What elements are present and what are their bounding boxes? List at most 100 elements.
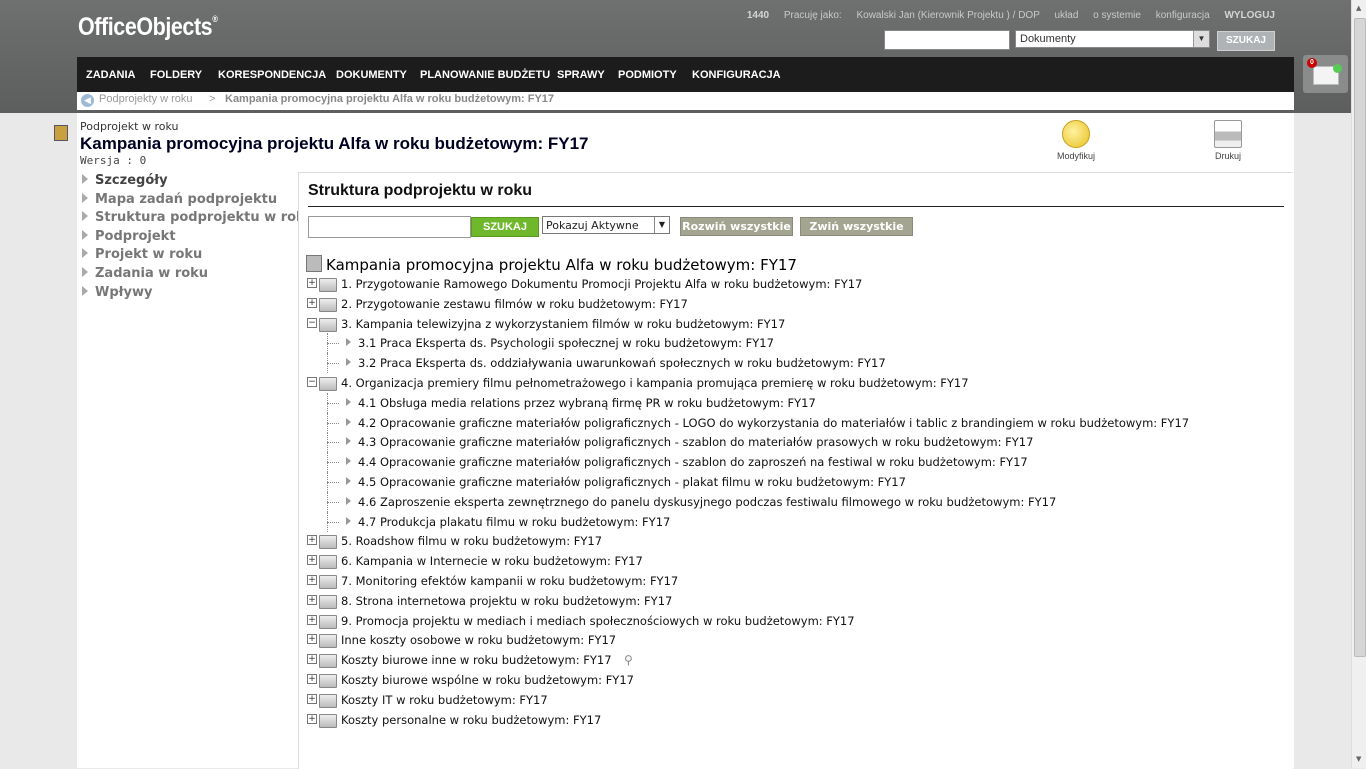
tree-node[interactable]: +2. Przygotowanie zestawu filmów w roku … — [299, 294, 1289, 314]
tree-node[interactable]: +9. Promocja projektu w mediach i mediac… — [299, 611, 1289, 631]
sidebar-item-zadania-w-roku[interactable]: Zadania w roku — [82, 266, 314, 285]
tree-node[interactable]: + Koszty biurowe wspólne w roku budżetowy… — [299, 670, 1289, 690]
active-filter-select[interactable]: Pokazuj Aktywne ▼ — [542, 216, 670, 234]
nav-item-sprawy[interactable]: SPRAWY — [557, 69, 605, 81]
tree-node-label[interactable]: 3. Kampania telewizyjna z wykorzystaniem… — [341, 317, 785, 331]
tree-node[interactable]: − 3. Kampania telewizyjna z wykorzystanie… — [299, 314, 1289, 334]
tree-node-label[interactable]: 2. Przygotowanie zestawu filmów w roku b… — [341, 297, 688, 311]
tree-node[interactable]: +8. Strona internetowa projektu w roku b… — [299, 591, 1289, 611]
messages-button[interactable]: 0 — [1303, 55, 1348, 93]
tree-node-label[interactable]: 4. Organizacja premiery filmu pełnometra… — [341, 376, 969, 390]
sidebar-item-szczegoly[interactable]: Szczegóły — [82, 173, 314, 192]
expand-icon[interactable]: + — [307, 693, 317, 704]
tree-subnode[interactable]: 4.3 Opracowanie graficzne materiałów pol… — [299, 432, 1289, 453]
sidebar-item-podprojekt[interactable]: Podprojekt — [82, 229, 314, 248]
nav-item-dokumenty[interactable]: DOKUMENTY — [336, 69, 407, 81]
tree-subnode[interactable]: 4.2 Opracowanie graficzne materiałów pol… — [299, 412, 1289, 433]
tree-node[interactable]: + Koszty biurowe inne w roku budżetowym: … — [299, 650, 1289, 670]
breadcrumb-parent-link[interactable]: Podprojekty w roku — [99, 93, 193, 105]
tree-node-label[interactable]: 9. Promocja projektu w mediach i mediach… — [341, 614, 855, 628]
collapse-icon[interactable]: − — [307, 377, 317, 387]
sidebar-item-struktura[interactable]: Struktura podprojektu w roku — [82, 210, 314, 229]
tree-subnode-label[interactable]: 4.1 Obsługa media relations przez wybran… — [358, 396, 816, 410]
search-scope-select[interactable]: Dokumenty ▼ — [1015, 30, 1210, 48]
expand-icon[interactable]: + — [307, 555, 317, 566]
tree-subnode[interactable]: 4.1 Obsługa media relations przez wybran… — [299, 392, 1289, 413]
tree-subnode-label[interactable]: 4.7 Produkcja plakatu filmu w roku budże… — [358, 515, 670, 529]
tree-subnode[interactable]: 3.1 Praca Eksperta ds. Psychologii społe… — [299, 333, 1289, 354]
tree-node[interactable]: + Koszty IT w roku budżetowym: FY17 — [299, 690, 1289, 710]
expand-icon[interactable]: + — [307, 594, 317, 605]
sidebar-item-mapa-zadan[interactable]: Mapa zadań podprojektu — [82, 192, 314, 211]
tree-node[interactable]: +7. Monitoring efektów kampanii w roku b… — [299, 571, 1289, 591]
page-scrollbar[interactable]: ▲ ▼ — [1351, 0, 1366, 768]
tree-subnode[interactable]: 4.6 Zaproszenie eksperta zewnętrznego do… — [299, 491, 1289, 512]
tree-subnode-label[interactable]: 4.4 Opracowanie graficzne materiałów pol… — [358, 455, 1028, 469]
tree-subnode-label[interactable]: 4.2 Opracowanie graficzne materiałów pol… — [358, 416, 1189, 430]
tree-subnode-label[interactable]: 4.5 Opracowanie graficzne materiałów pol… — [358, 475, 906, 489]
collapse-all-button[interactable]: Zwiń wszystkie — [800, 217, 913, 236]
expand-icon[interactable]: + — [307, 575, 317, 585]
user-role-link[interactable]: Kowalski Jan (Kierownik Projektu ) / DOP — [856, 10, 1039, 21]
nav-item-zadania[interactable]: ZADANIA — [86, 69, 136, 81]
tree-search-button[interactable]: SZUKAJ — [471, 217, 539, 237]
expand-all-button[interactable]: Rozwiń wszystkie — [680, 217, 793, 236]
tree-subnode[interactable]: 4.7 Produkcja plakatu filmu w roku budże… — [299, 511, 1289, 532]
tree-node-label[interactable]: 7. Monitoring efektów kampanii w roku bu… — [341, 574, 678, 588]
print-button[interactable]: Drukuj — [1198, 120, 1258, 161]
nav-item-korespondencja[interactable]: KORESPONDENCJA — [218, 69, 326, 81]
expand-icon[interactable]: + — [307, 634, 317, 645]
expand-icon[interactable]: + — [307, 614, 317, 625]
tree-subnode-label[interactable]: 4.3 Opracowanie graficzne materiałów pol… — [358, 435, 1033, 449]
global-search-input[interactable] — [884, 30, 1010, 50]
tree-subnode[interactable]: 4.5 Opracowanie graficzne materiałów pol… — [299, 472, 1289, 492]
expand-icon[interactable]: + — [307, 297, 317, 308]
tree-node[interactable]: + Koszty personalne w roku budżetowym: FY… — [299, 710, 1289, 730]
expand-icon[interactable]: + — [307, 654, 317, 665]
tree-node-label[interactable]: 6. Kampania w Internecie w roku budżetow… — [341, 554, 643, 568]
tree-node[interactable]: +1. Przygotowanie Ramowego Dokumentu Pro… — [299, 274, 1289, 294]
about-link[interactable]: o systemie — [1093, 10, 1141, 21]
nav-item-foldery[interactable]: FOLDERY — [150, 69, 202, 81]
tree-node[interactable]: + Inne koszty osobowe w roku budżetowym: … — [299, 630, 1289, 650]
tree-node[interactable]: − 4. Organizacja premiery filmu pełnometr… — [299, 373, 1289, 393]
tree-subnode-label[interactable]: 3.2 Praca Eksperta ds. oddziaływania uwa… — [358, 356, 886, 370]
tree-search-input[interactable] — [308, 216, 471, 238]
search-icon[interactable]: ⚲ — [624, 653, 633, 667]
tree-node[interactable]: +5. Roadshow filmu w roku budżetowym: FY… — [299, 531, 1289, 551]
brand-logo[interactable]: OfficeObjects® — [78, 13, 218, 42]
tree-root[interactable]: Kampania promocyjna projektu Alfa w roku… — [306, 255, 797, 274]
nav-item-konfiguracja[interactable]: KONFIGURACJA — [692, 69, 781, 81]
expand-icon[interactable]: + — [307, 278, 317, 288]
tree-node-label[interactable]: 5. Roadshow filmu w roku budżetowym: FY1… — [341, 534, 602, 548]
sidebar-item-projekt-w-roku[interactable]: Projekt w roku — [82, 247, 314, 266]
logout-link[interactable]: WYLOGUJ — [1224, 10, 1275, 21]
tree-subnode-label[interactable]: 4.6 Zaproszenie eksperta zewnętrznego do… — [358, 495, 1056, 509]
nav-item-podmioty[interactable]: PODMIOTY — [618, 69, 677, 81]
tree-node-label[interactable]: Koszty biurowe wspólne w roku budżetowym… — [341, 673, 634, 687]
tree-node-label[interactable]: 8. Strona internetowa projektu w roku bu… — [341, 594, 672, 608]
scroll-up-icon[interactable]: ▲ — [1356, 4, 1361, 12]
expand-icon[interactable]: + — [307, 713, 317, 724]
tree-node[interactable]: +6. Kampania w Internecie w roku budżeto… — [299, 551, 1289, 571]
layout-link[interactable]: układ — [1054, 10, 1078, 21]
back-arrow-icon[interactable]: ◀ — [81, 94, 94, 107]
scrollbar-thumb[interactable] — [1354, 18, 1366, 657]
tree-node-label[interactable]: Koszty personalne w roku budżetowym: FY1… — [341, 713, 601, 727]
expand-icon[interactable]: + — [307, 535, 317, 546]
tree-subnode-label[interactable]: 3.1 Praca Eksperta ds. Psychologii społe… — [358, 336, 774, 350]
tree-subnode[interactable]: 4.4 Opracowanie graficzne materiałów pol… — [299, 452, 1289, 473]
global-search-button[interactable]: SZUKAJ — [1217, 31, 1275, 51]
tree-node-label[interactable]: 1. Przygotowanie Ramowego Dokumentu Prom… — [341, 277, 862, 291]
tree-node-label[interactable]: Inne koszty osobowe w roku budżetowym: F… — [341, 633, 616, 647]
expand-icon[interactable]: + — [307, 674, 317, 684]
tree-node-label[interactable]: Koszty biurowe inne w roku budżetowym: F… — [341, 653, 612, 667]
config-link[interactable]: konfiguracja — [1156, 10, 1210, 21]
tree-subnode[interactable]: 3.2 Praca Eksperta ds. oddziaływania uwa… — [299, 353, 1289, 374]
edit-button[interactable]: Modyfikuj — [1046, 120, 1106, 161]
collapse-icon[interactable]: − — [307, 317, 317, 328]
scroll-down-icon[interactable]: ▼ — [1356, 755, 1361, 763]
nav-item-planowanie-budzetu[interactable]: PLANOWANIE BUDŻETU — [420, 69, 550, 81]
sidebar-item-wplywy[interactable]: Wpływy — [82, 285, 314, 304]
tree-node-label[interactable]: Koszty IT w roku budżetowym: FY17 — [341, 693, 548, 707]
